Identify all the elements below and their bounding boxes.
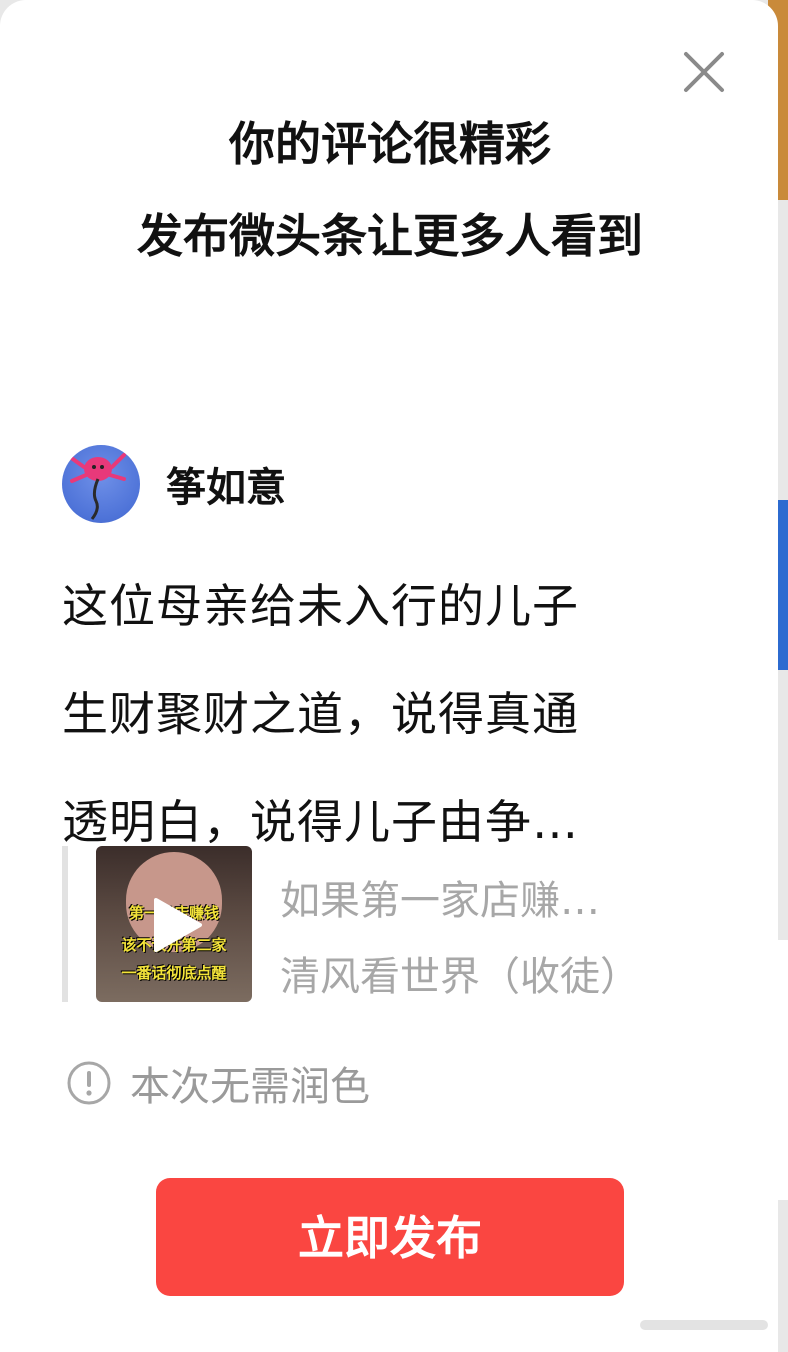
play-icon[interactable] — [150, 896, 204, 954]
notice-text: 本次无需润色 — [130, 1064, 370, 1110]
quoted-video-card[interactable]: 第一家店赚钱 该不该开第二家 一番话彻底点醒 如果第一家店赚… 清风看世界（收徒… — [62, 846, 728, 1002]
home-indicator — [640, 1320, 768, 1330]
quoted-video-author: 清风看世界（收徒） — [280, 954, 640, 1000]
quoted-video-title: 如果第一家店赚… — [280, 878, 600, 924]
publish-button[interactable]: 立即发布 — [156, 1178, 624, 1296]
comment-line: 生财聚财之道，说得真通 — [62, 687, 579, 741]
author-row: 筝如意 — [62, 444, 286, 524]
publish-dialog: 你的评论很精彩 发布微头条让更多人看到 筝如意 这位母亲给未入行的儿子 生财聚财… — [0, 0, 778, 1352]
thumbnail-caption: 一番话彻底点醒 — [121, 964, 227, 982]
avatar[interactable] — [62, 445, 140, 523]
close-icon — [684, 52, 724, 92]
video-thumbnail[interactable]: 第一家店赚钱 该不该开第二家 一番话彻底点醒 — [96, 846, 252, 1002]
close-button[interactable] — [676, 44, 732, 100]
comment-line: 这位母亲给未入行的儿子 — [62, 579, 579, 633]
info-icon — [67, 1061, 111, 1105]
dialog-title: 你的评论很精彩 发布微头条让更多人看到 — [40, 98, 740, 282]
author-name[interactable]: 筝如意 — [166, 455, 286, 513]
dialog-title-line: 你的评论很精彩 — [229, 117, 551, 171]
dialog-title-line: 发布微头条让更多人看到 — [40, 190, 740, 282]
comment-text: 这位母亲给未入行的儿子 生财聚财之道，说得真通 透明白，说得儿子由争… — [62, 552, 682, 876]
kite-avatar-icon — [68, 453, 126, 520]
polish-notice: 本次无需润色 — [66, 1054, 370, 1112]
dialog-title-line2: 发布微头条让更多人看到 — [137, 209, 643, 263]
